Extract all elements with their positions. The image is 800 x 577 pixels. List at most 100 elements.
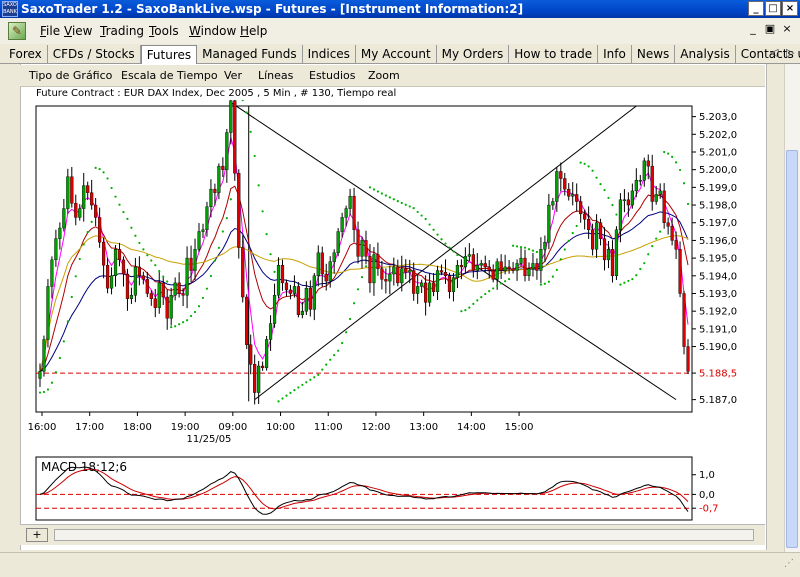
candle-body [563,178,567,190]
sar-dot [539,283,543,286]
nav-scroll-right-icon[interactable]: ▷ [786,46,794,59]
sar-dot [384,194,387,197]
minimize-button[interactable]: _ [748,1,764,16]
sar-dot [126,217,129,220]
candle-body [105,264,110,289]
candle-body [646,160,650,167]
close-button[interactable]: × [782,1,798,16]
nav-tab-cfds-stocks[interactable]: CFDs / Stocks [48,45,141,63]
document-icon[interactable]: ✎ [8,22,26,40]
candle-body [312,275,316,310]
nav-tab-indices[interactable]: Indices [303,45,356,63]
doc-minimize-button[interactable]: _ [746,22,760,36]
chart-menu-time-scale[interactable]: Escala de Tiempo [121,69,218,82]
window-title: SaxoTrader 1.2 - SaxoBankLive.wsp - Futu… [21,2,524,16]
maximize-button[interactable]: □ [765,1,781,16]
sar-dot [468,306,471,309]
nav-tab-my-orders[interactable]: My Orders [437,45,510,63]
chart-menu-view[interactable]: Ver [224,69,242,82]
nav-tab-managed-funds[interactable]: Managed Funds [197,45,303,63]
sar-dot [106,177,109,180]
price-tick-label: 5.199,0 [699,183,737,194]
candle-body [109,275,114,289]
sar-dot [579,161,582,164]
resize-grip-icon[interactable]: ⋰ [784,558,798,572]
candle-body [507,266,511,269]
nav-scroll-left-icon[interactable]: ◁ [770,46,778,59]
chart-menu-studies[interactable]: Estudios [309,69,355,82]
sar-dot [452,250,455,253]
sar-dot [440,238,443,241]
menu-trading[interactable]: Trading [100,24,144,38]
menu-view[interactable]: View [64,24,92,38]
chart-menu-chart-type[interactable]: Tipo de Gráfico [29,69,112,82]
candle-body [622,199,627,201]
candle-body [117,249,122,261]
time-tick-label: 10:00 [266,422,295,433]
nav-tab-how-to-trade[interactable]: How to trade [509,45,599,63]
chart-menu-zoom[interactable]: Zoom [368,69,400,82]
sar-dot [193,310,197,314]
sar-dot [456,253,459,257]
candle-body [153,298,157,308]
nav-tab-info[interactable]: Info [598,45,632,63]
sar-dot [555,268,558,271]
candle-body [276,264,281,296]
candle-body [42,339,46,372]
nav-tab-my-account[interactable]: My Account [356,45,437,63]
candle-body [46,286,50,340]
chart-horizontal-scrollbar[interactable] [54,529,754,541]
candle-body [213,188,217,193]
app-logo-icon[interactable]: SAXO BANK [2,1,18,17]
candle-body [245,296,249,345]
sar-dot [221,230,224,233]
crosshair-icon[interactable]: + [26,528,48,542]
candle-body [579,201,583,215]
menu-view-accel: V [64,24,72,38]
menu-file[interactable]: File [40,24,60,38]
nav-tab-forex[interactable]: Forex [4,45,48,63]
macd-chart[interactable]: 1,00,0-0,7MACD 18;12;6 [20,455,760,523]
sar-dot [571,231,574,235]
candle-body [324,273,328,282]
candle-body [443,272,448,277]
nav-tab-news[interactable]: News [632,45,676,63]
sar-dot [674,161,678,164]
candle-body [479,263,483,266]
doc-close-button[interactable]: × [780,22,794,36]
sar-dot [70,295,73,299]
candle-body [173,282,177,296]
nav-tab-analysis[interactable]: Analysis [675,45,736,63]
sar-dot [98,167,101,171]
menu-window-accel: W [189,24,201,38]
sar-dot [62,340,65,343]
menu-tools[interactable]: Tools [149,24,179,38]
sar-dot [325,363,328,366]
vertical-scrollbar-thumb[interactable] [786,150,798,548]
price-chart[interactable]: 5.203,0 5.202,0 5.201,0 5.200,0 5.199,0 5.198… [20,100,760,450]
candle-body [594,222,599,250]
price-tick-label: 5.202,0 [699,130,737,141]
sar-dot [341,341,344,345]
candle-body [98,217,102,243]
candle-body [610,249,615,277]
nav-tab-futures[interactable]: Futures [140,45,198,65]
menu-help[interactable]: Help [240,24,267,38]
sar-dot [472,302,475,306]
candle-body [511,268,515,271]
sar-dot [281,397,284,400]
menu-window[interactable]: Window [189,24,236,38]
candle-body [137,266,141,277]
sar-dot [523,246,527,249]
time-tick-label: 11:00 [314,422,343,433]
sar-dot [663,150,666,154]
candle-body [483,263,487,268]
candle-body [82,185,86,209]
candle-body [217,165,221,193]
sar-dot [102,171,105,174]
doc-restore-button[interactable]: ▣ [763,22,777,36]
chart-menu-lines[interactable]: Líneas [258,69,293,82]
sar-dot [655,237,658,240]
sar-dot [682,182,686,185]
candle-body [455,264,460,278]
